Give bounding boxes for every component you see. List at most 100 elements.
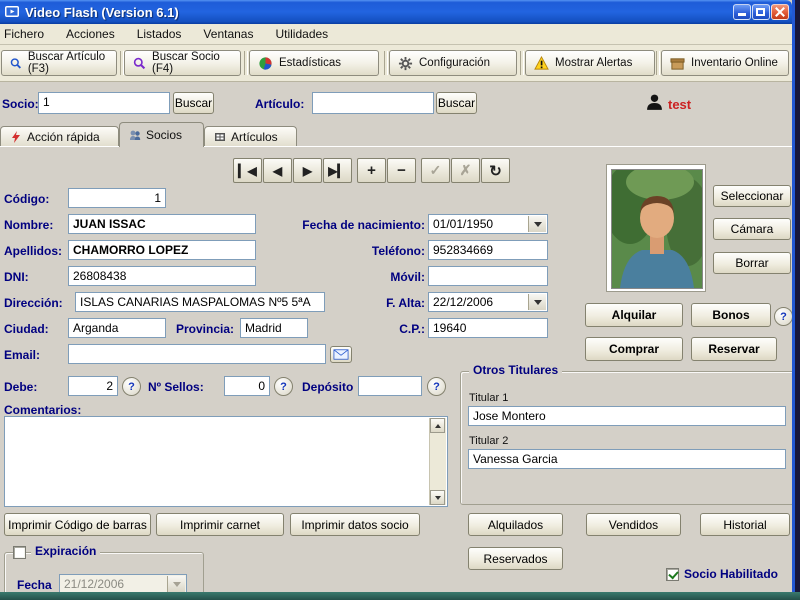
- titular1-field[interactable]: Jose Montero: [468, 406, 786, 426]
- dropdown-button[interactable]: [528, 216, 546, 232]
- menu-item-listados[interactable]: Listados: [137, 27, 182, 41]
- historial-button[interactable]: Historial: [700, 513, 790, 536]
- email-field[interactable]: [68, 344, 326, 364]
- codigo-field[interactable]: 1: [68, 188, 166, 208]
- deposito-field[interactable]: [358, 376, 422, 396]
- record-nav-cancel-button[interactable]: ✗: [451, 158, 480, 183]
- deposito-help-button[interactable]: ?: [427, 377, 446, 396]
- comentarios-textarea[interactable]: [4, 416, 448, 507]
- record-nav-first-button[interactable]: ▎◀: [233, 158, 262, 183]
- record-nav-next-button[interactable]: ▶: [293, 158, 322, 183]
- f-alta-value: 22/12/2006: [433, 295, 494, 309]
- socio-search-input[interactable]: 1: [38, 92, 170, 114]
- apellidos-field[interactable]: CHAMORRO LOPEZ: [68, 240, 256, 260]
- debe-field[interactable]: 2: [68, 376, 118, 396]
- record-nav-refresh-button[interactable]: ↻: [481, 158, 510, 183]
- vendidos-button[interactable]: Vendidos: [586, 513, 681, 536]
- camara-button[interactable]: Cámara: [713, 218, 791, 240]
- chevron-down-icon: [533, 299, 542, 305]
- buscar-articulo-button[interactable]: Buscar: [436, 92, 477, 114]
- menu-item-ventanas[interactable]: Ventanas: [203, 27, 253, 41]
- app-window: Video Flash (Version 6.1) Fichero Accion…: [0, 0, 795, 592]
- socio-habilitado-checkbox[interactable]: [666, 568, 679, 581]
- apellidos-label: Apellidos:: [4, 244, 63, 258]
- expiracion-fecha-label: Fecha: [17, 578, 52, 592]
- articulo-search-input[interactable]: [312, 92, 434, 114]
- toolbar-button-label: Buscar Artículo (F3): [27, 51, 106, 75]
- maximize-button[interactable]: [752, 4, 770, 20]
- sellos-field[interactable]: 0: [224, 376, 270, 396]
- toolbar-button-label: Configuración: [419, 57, 490, 69]
- scroll-down-icon[interactable]: [430, 490, 445, 505]
- reservados-button[interactable]: Reservados: [468, 547, 563, 570]
- record-nav-previous-button[interactable]: ◀: [263, 158, 292, 183]
- comentarios-label: Comentarios:: [4, 403, 82, 417]
- imprimir-carnet-button[interactable]: Imprimir carnet: [156, 513, 284, 536]
- f-alta-label: F. Alta:: [386, 296, 425, 310]
- comprar-button[interactable]: Comprar: [585, 337, 683, 361]
- expiracion-checkbox[interactable]: [13, 546, 26, 559]
- dni-label: DNI:: [4, 270, 29, 284]
- search-icon: [133, 57, 146, 69]
- estadisticas-button[interactable]: Estadísticas: [249, 50, 379, 76]
- check-icon: [668, 568, 679, 580]
- seleccionar-button[interactable]: Seleccionar: [713, 185, 791, 207]
- send-email-button[interactable]: [330, 346, 352, 363]
- email-label: Email:: [4, 348, 41, 362]
- app-icon: [5, 6, 19, 17]
- tab-accion-rapida[interactable]: Acción rápida: [0, 126, 119, 146]
- menu-item-acciones[interactable]: Acciones: [66, 27, 115, 41]
- titular2-field[interactable]: Vanessa Garcia: [468, 449, 786, 469]
- chevron-down-icon: [172, 581, 181, 587]
- tab-socios[interactable]: Socios: [119, 122, 204, 147]
- sellos-help-button[interactable]: ?: [274, 377, 293, 396]
- mostrar-alertas-button[interactable]: Mostrar Alertas: [525, 50, 655, 76]
- reservar-button[interactable]: Reservar: [691, 337, 777, 361]
- comentarios-scrollbar[interactable]: [429, 418, 446, 505]
- debe-help-button[interactable]: ?: [122, 377, 141, 396]
- buscar-socio-toolbar-button[interactable]: Buscar Socio (F4): [124, 50, 241, 76]
- toolbar-separator: [520, 51, 524, 75]
- minimize-icon: [738, 13, 746, 16]
- people-icon: [130, 130, 141, 140]
- movil-field[interactable]: [428, 266, 548, 286]
- scroll-up-icon[interactable]: [430, 418, 445, 433]
- cp-field[interactable]: 19640: [428, 318, 548, 338]
- alquilar-button[interactable]: Alquilar: [585, 303, 683, 327]
- expiracion-fecha-combo[interactable]: 21/12/2006: [59, 574, 187, 592]
- configuracion-button[interactable]: Configuración: [389, 50, 517, 76]
- minimize-button[interactable]: [733, 4, 751, 20]
- pie-chart-icon: [259, 56, 272, 70]
- imprimir-datos-socio-button[interactable]: Imprimir datos socio: [290, 513, 420, 536]
- menu-item-fichero[interactable]: Fichero: [4, 27, 44, 41]
- record-nav-confirm-button[interactable]: ✓: [421, 158, 450, 183]
- user-icon: [647, 94, 662, 110]
- tab-articulos[interactable]: Artículos: [204, 126, 297, 146]
- borrar-button[interactable]: Borrar: [713, 252, 791, 274]
- dropdown-button[interactable]: [528, 294, 546, 310]
- window-titlebar: Video Flash (Version 6.1): [0, 0, 792, 24]
- record-nav-add-button[interactable]: +: [357, 158, 386, 183]
- bonos-help-button[interactable]: ?: [774, 307, 792, 326]
- nombre-field[interactable]: JUAN ISSAC: [68, 214, 256, 234]
- record-nav-delete-button[interactable]: −: [387, 158, 416, 183]
- inventario-online-button[interactable]: Inventario Online: [661, 50, 789, 76]
- close-button[interactable]: [771, 4, 789, 20]
- record-nav-last-button[interactable]: ▶▎: [323, 158, 352, 183]
- menu-item-utilidades[interactable]: Utilidades: [275, 27, 328, 41]
- toolbar-button-label: Buscar Socio (F4): [152, 51, 220, 75]
- dni-field[interactable]: 26808438: [68, 266, 256, 286]
- alquilados-button[interactable]: Alquilados: [468, 513, 563, 536]
- buscar-socio-button[interactable]: Buscar: [173, 92, 214, 114]
- fecha-nacimiento-combo[interactable]: 01/01/1950: [428, 214, 548, 234]
- f-alta-combo[interactable]: 22/12/2006: [428, 292, 548, 312]
- imprimir-codigo-barras-button[interactable]: Imprimir Código de barras: [4, 513, 151, 536]
- ciudad-label: Ciudad:: [4, 322, 49, 336]
- ciudad-field[interactable]: Arganda: [68, 318, 166, 338]
- telefono-field[interactable]: 952834669: [428, 240, 548, 260]
- dropdown-button[interactable]: [167, 576, 185, 592]
- articulo-search-label: Artículo:: [255, 97, 305, 111]
- debe-label: Debe:: [4, 380, 38, 394]
- buscar-articulo-toolbar-button[interactable]: Buscar Artículo (F3): [1, 50, 117, 76]
- bonos-button[interactable]: Bonos: [691, 303, 771, 327]
